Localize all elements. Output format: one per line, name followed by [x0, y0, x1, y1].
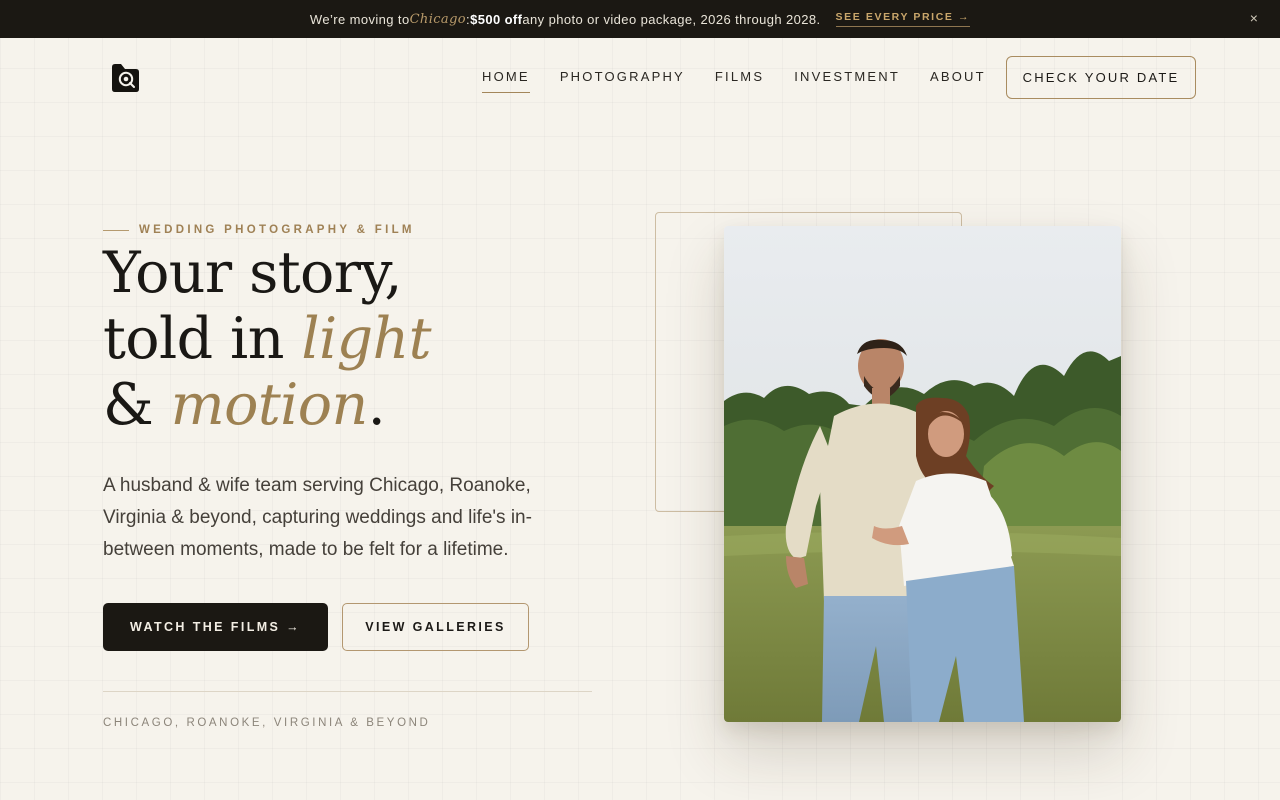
headline-line-2: told in: [103, 306, 302, 372]
eyebrow-label: WEDDING PHOTOGRAPHY & FILM: [139, 224, 415, 236]
announcement-discount: $500 off: [470, 11, 523, 27]
announcement-text: any photo or video package, 2026 through…: [522, 11, 821, 27]
service-locations: CHICAGO, ROANOKE, VIRGINIA & BEYOND: [103, 717, 431, 729]
see-every-price-link[interactable]: SEE EVERY PRICE →: [835, 11, 971, 27]
camera-lens-logo-icon[interactable]: [108, 61, 142, 95]
headline-line-1: Your story,: [103, 240, 403, 306]
check-your-date-button[interactable]: CHECK YOUR DATE: [1006, 56, 1196, 99]
main-nav: HOME PHOTOGRAPHY FILMS INVESTMENT ABOUT: [482, 66, 1016, 93]
nav-item-photography[interactable]: PHOTOGRAPHY: [560, 66, 685, 93]
hero-eyebrow: WEDDING PHOTOGRAPHY & FILM: [103, 224, 415, 236]
nav-item-home[interactable]: HOME: [482, 66, 530, 93]
nav-item-films[interactable]: FILMS: [715, 66, 764, 93]
headline-line-3: &: [103, 372, 171, 438]
hero-couple-photo: [724, 226, 1121, 722]
close-icon[interactable]: ×: [1246, 10, 1262, 26]
watch-the-films-button[interactable]: WATCH THE FILMS →: [103, 603, 328, 651]
headline-accent-light: light: [301, 306, 431, 372]
nav-item-about[interactable]: ABOUT: [930, 66, 986, 93]
hero-divider: [103, 691, 592, 692]
announcement-lead: We’re moving to: [309, 11, 410, 27]
eyebrow-rule: [103, 229, 129, 231]
view-galleries-button[interactable]: VIEW GALLERIES: [342, 603, 529, 651]
announcement-city: Chicago: [409, 11, 467, 27]
nav-item-investment[interactable]: INVESTMENT: [794, 66, 900, 93]
headline-period: .: [367, 372, 386, 438]
hero-headline: Your story, told in light & motion.: [103, 240, 432, 438]
headline-accent-motion: motion: [170, 372, 369, 438]
announcement-bar: We’re moving to Chicago: $500 off any ph…: [0, 0, 1280, 38]
hero-description: A husband & wife team serving Chicago, R…: [103, 475, 532, 560]
